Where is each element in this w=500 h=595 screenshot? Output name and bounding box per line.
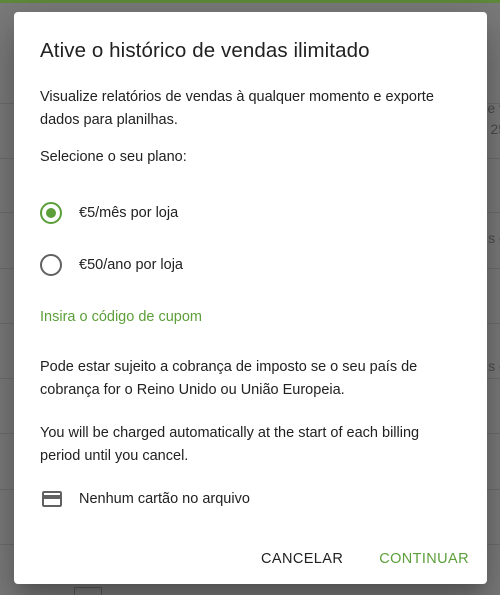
coupon-code-link[interactable]: Insira o código de cupom <box>40 309 202 325</box>
radio-button-unchecked[interactable] <box>40 254 62 276</box>
cancel-button[interactable]: CANCELAR <box>261 551 343 567</box>
background-text: 25 <box>490 121 500 137</box>
continue-button[interactable]: CONTINUAR <box>379 551 469 567</box>
background-text: e v <box>487 100 500 116</box>
dialog-actions: CANCELAR CONTINUAR <box>261 551 469 567</box>
background-text: s c <box>488 230 500 246</box>
upgrade-dialog: Ative o histórico de vendas ilimitado Vi… <box>14 12 487 584</box>
plan-label-monthly: €5/mês por loja <box>79 205 179 221</box>
select-plan-label: Selecione o seu plano: <box>40 149 187 165</box>
app-top-bar <box>0 0 500 3</box>
card-status-text: Nenhum cartão no arquivo <box>79 491 250 507</box>
plan-label-yearly: €50/ano por loja <box>79 257 183 273</box>
radio-button-checked[interactable] <box>40 202 62 224</box>
billing-notice: You will be charged automatically at the… <box>40 425 420 464</box>
plan-option-monthly[interactable]: €5/mês por loja <box>40 201 178 225</box>
credit-card-icon <box>42 491 62 507</box>
plan-option-yearly[interactable]: €50/ano por loja <box>40 253 183 277</box>
background-text: s c <box>488 358 500 374</box>
dialog-title: Ative o histórico de vendas ilimitado <box>40 39 370 62</box>
tax-notice: Pode estar sujeito a cobrança de imposto… <box>40 359 418 398</box>
payment-card-status: Nenhum cartão no arquivo <box>40 488 250 510</box>
dialog-description: Visualize relatórios de vendas à qualque… <box>40 89 434 128</box>
background-button <box>74 587 102 595</box>
